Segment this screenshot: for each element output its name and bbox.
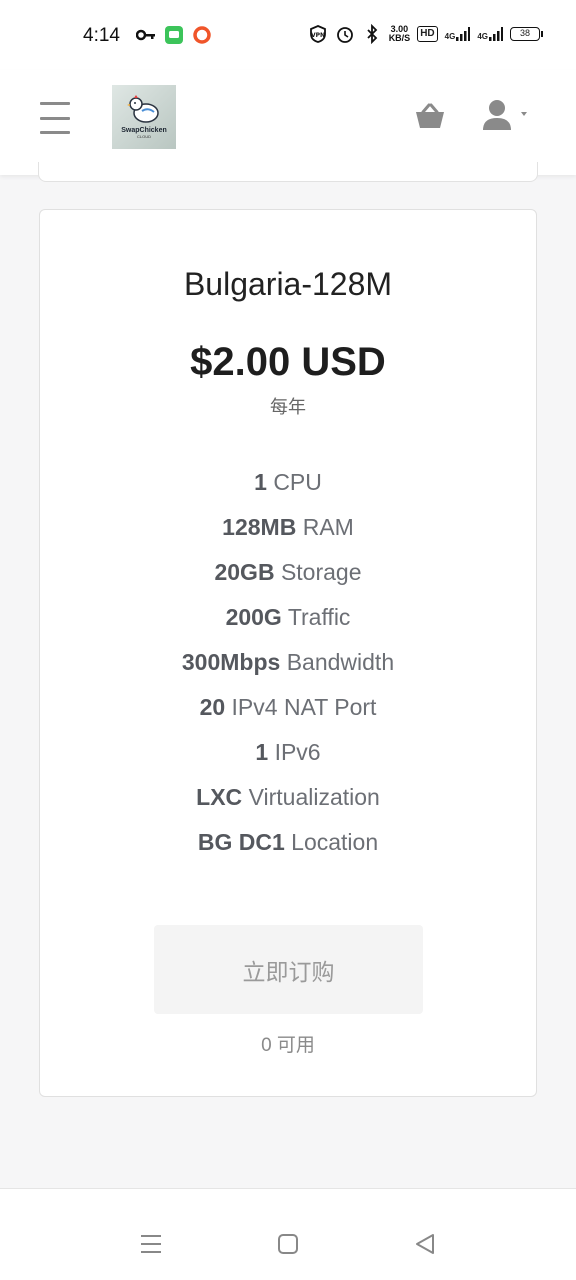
back-triangle-icon[interactable] — [413, 1232, 439, 1258]
feature-item: 1 CPU — [254, 469, 322, 495]
feature-item: 20 IPv4 NAT Port — [199, 694, 377, 720]
system-nav-bar — [0, 1210, 576, 1280]
status-bar: 4:14 VPN 3.00 KB/S HD 4G 4G 38 — [0, 0, 576, 70]
order-now-button[interactable]: 立即订购 — [154, 925, 423, 1014]
messages-app-icon — [164, 25, 184, 45]
user-icon — [483, 100, 527, 130]
product-card: Bulgaria-128M $2.00 USD 每年 1 CPU 128MB R… — [39, 209, 537, 1097]
feature-list: 1 CPU 128MB RAM 20GB Storage 200G Traffi… — [40, 460, 536, 865]
product-price: $2.00 USD — [190, 340, 386, 384]
feature-item: BG DC1 Location — [197, 829, 379, 855]
account-menu[interactable] — [482, 98, 532, 134]
bluetooth-icon — [362, 24, 382, 44]
billing-period: 每年 — [270, 397, 306, 417]
status-time: 4:14 — [83, 25, 120, 46]
feature-item: 20GB Storage — [214, 559, 362, 585]
feature-item: 200G Traffic — [225, 604, 351, 630]
home-square-icon[interactable] — [276, 1232, 302, 1258]
logo-text: SwapChicken — [121, 127, 167, 134]
key-icon — [136, 25, 156, 45]
feature-item: 300Mbps Bandwidth — [181, 649, 395, 675]
alarm-icon — [335, 24, 355, 44]
hd-icon: HD — [417, 26, 438, 42]
recents-menu-icon[interactable] — [139, 1232, 165, 1258]
vpn-icon: VPN — [308, 24, 328, 44]
ring-app-icon — [192, 25, 212, 45]
product-title: Bulgaria-128M — [183, 266, 393, 302]
site-logo[interactable]: SwapChicken CLOUD — [112, 85, 176, 149]
battery-icon: 38 — [510, 27, 543, 41]
previous-card-edge — [38, 162, 538, 182]
feature-item: 128MB RAM — [222, 514, 354, 540]
svg-text:VPN: VPN — [311, 32, 325, 39]
signal-icon-2: 4G — [477, 27, 503, 41]
signal-icon-1: 4G — [445, 27, 471, 41]
page-footer — [0, 1188, 576, 1210]
menu-icon[interactable] — [40, 102, 70, 134]
cart-icon[interactable] — [414, 102, 446, 132]
notification-icons — [136, 25, 212, 45]
feature-item: 1 IPv6 — [255, 739, 321, 765]
logo-subtext: CLOUD — [136, 134, 151, 139]
availability-text: 0 可用 — [261, 1035, 315, 1056]
network-speed: 3.00 KB/S — [388, 24, 411, 43]
site-header: SwapChicken CLOUD — [0, 70, 576, 175]
chicken-logo-icon — [127, 95, 159, 123]
system-status-icons: VPN 3.00 KB/S HD 4G 4G 38 — [308, 24, 543, 44]
feature-item: LXC Virtualization — [196, 784, 380, 810]
